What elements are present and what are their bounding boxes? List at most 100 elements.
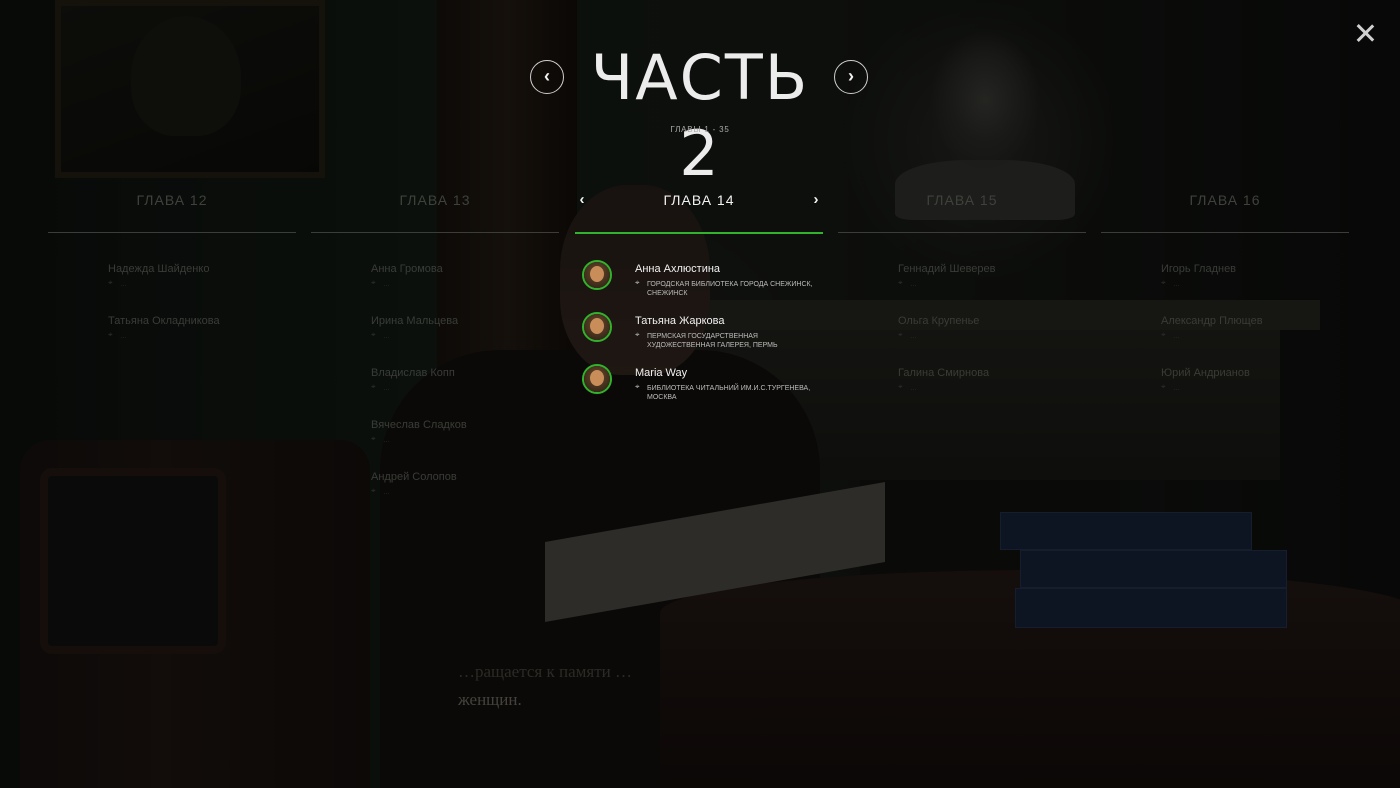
part-navigation: ‹ ЧАСТЬ 2 ›: [0, 40, 1400, 190]
avatar[interactable]: [582, 260, 612, 290]
participant-entry: Андрей Солопов ⌖…: [371, 471, 561, 497]
location-text: …: [383, 437, 390, 444]
chapter-tab[interactable]: ГЛАВА 14: [575, 188, 823, 212]
participant-location: ⌖…: [1161, 382, 1351, 393]
participant-entry[interactable]: Анна Ахлюстина ⌖ ГОРОДСКАЯ БИБЛИОТЕКА ГОРО…: [635, 263, 825, 298]
participant-entry: Ирина Мальцева ⌖…: [371, 315, 561, 341]
participant-name: Вячеслав Сладков: [371, 419, 467, 431]
location-text: …: [910, 281, 917, 288]
location-text: …: [910, 333, 917, 340]
participant-location: ⌖…: [898, 382, 1088, 393]
prev-chapter-icon[interactable]: ‹: [575, 188, 589, 212]
location-text: БИБЛИОТЕКА ЧИТАЛЬНИЙ ИМ.И.С.ТУРГЕНЕВА, М…: [647, 385, 811, 401]
location-pin-icon: ⌖: [1161, 382, 1166, 391]
location-text: …: [910, 385, 917, 392]
chapter-divider: [838, 232, 1086, 233]
chapter-divider: [1101, 232, 1349, 233]
participant-name: Геннадий Шеверев: [898, 263, 996, 275]
part-subtitle: ГЛАВЫ 1 - 35: [670, 125, 730, 134]
participant-location: ⌖…: [1161, 278, 1351, 289]
participant-name: Татьяна Окладникова: [108, 315, 220, 327]
location-text: ГОРОДСКАЯ БИБЛИОТЕКА ГОРОДА СНЕЖИНСК, СН…: [647, 281, 813, 297]
participant-entry: Татьяна Окладникова ⌖…: [108, 315, 298, 341]
participant-name: Галина Смирнова: [898, 367, 990, 379]
location-pin-icon: ⌖: [371, 486, 376, 495]
chapter-divider: [48, 232, 296, 233]
participant-location: ⌖…: [1161, 330, 1351, 341]
participant-entry: Ольга Крупенье ⌖…: [898, 315, 1088, 341]
participant-name: Анна Громова: [371, 263, 443, 275]
chapter-tab[interactable]: ГЛАВА 15: [838, 188, 1086, 212]
participant-entry: Геннадий Шеверев ⌖…: [898, 263, 1088, 289]
participant-location: ⌖…: [371, 382, 561, 393]
participant-name: Maria Way: [635, 367, 688, 379]
participant-location: ⌖…: [371, 434, 561, 445]
location-pin-icon: ⌖: [371, 434, 376, 443]
chapter-tab[interactable]: ГЛАВА 16: [1101, 188, 1349, 212]
chapter-column: ГЛАВА 13: [311, 188, 559, 233]
participant-location: ⌖ ПЕРМСКАЯ ГОСУДАРСТВЕННАЯ ХУДОЖЕСТВЕННАЯ…: [635, 330, 825, 350]
participant-name: Ирина Мальцева: [371, 315, 459, 327]
participant-name: Юрий Андрианов: [1161, 367, 1250, 379]
location-pin-icon: ⌖: [371, 382, 376, 391]
chapter-tab[interactable]: ГЛАВА 13: [311, 188, 559, 212]
participant-location: ⌖…: [898, 278, 1088, 289]
participant-name: Ольга Крупенье: [898, 315, 980, 327]
location-pin-icon: ⌖: [898, 382, 903, 391]
location-text: ПЕРМСКАЯ ГОСУДАРСТВЕННАЯ ХУДОЖЕСТВЕННАЯ …: [647, 333, 778, 349]
participant-entry: Игорь Гладнев ⌖…: [1161, 263, 1351, 289]
chapter-tab[interactable]: ГЛАВА 12: [48, 188, 296, 212]
location-pin-icon: ⌖: [635, 382, 640, 391]
location-pin-icon: ⌖: [371, 330, 376, 339]
prev-part-button[interactable]: ‹: [530, 60, 564, 94]
participant-location: ⌖…: [371, 330, 561, 341]
location-pin-icon: ⌖: [635, 330, 640, 339]
location-text: …: [383, 385, 390, 392]
participant-location: ⌖…: [371, 278, 561, 289]
participant-entry: Александр Плющев ⌖…: [1161, 315, 1351, 341]
chapter-divider: [311, 232, 559, 233]
location-pin-icon: ⌖: [898, 278, 903, 287]
participant-name: Надежда Шайденко: [108, 263, 210, 275]
location-text: …: [383, 333, 390, 340]
participant-location: ⌖ ГОРОДСКАЯ БИБЛИОТЕКА ГОРОДА СНЕЖИНСК, С…: [635, 278, 825, 298]
next-part-button[interactable]: ›: [834, 60, 868, 94]
participant-entry[interactable]: Maria Way ⌖ БИБЛИОТЕКА ЧИТАЛЬНИЙ ИМ.И.С.ТУ…: [635, 367, 825, 402]
location-text: …: [120, 333, 127, 340]
location-text: …: [1173, 281, 1180, 288]
next-chapter-icon[interactable]: ›: [809, 188, 823, 212]
participant-name: Александр Плющев: [1161, 315, 1263, 327]
location-pin-icon: ⌖: [108, 278, 113, 287]
participant-location: ⌖…: [898, 330, 1088, 341]
participant-name: Андрей Солопов: [371, 471, 457, 483]
participant-entry: Вячеслав Сладков ⌖…: [371, 419, 561, 445]
participant-name: Игорь Гладнев: [1161, 263, 1237, 275]
participant-entry[interactable]: Татьяна Жаркова ⌖ ПЕРМСКАЯ ГОСУДАРСТВЕННАЯ…: [635, 315, 825, 350]
location-text: …: [383, 281, 390, 288]
participant-location: ⌖ БИБЛИОТЕКА ЧИТАЛЬНИЙ ИМ.И.С.ТУРГЕНЕВА, …: [635, 382, 825, 402]
chapter-column: ГЛАВА 15: [838, 188, 1086, 233]
participant-location: ⌖…: [371, 486, 561, 497]
location-text: …: [1173, 385, 1180, 392]
location-pin-icon: ⌖: [371, 278, 376, 287]
participant-entry: Анна Громова ⌖…: [371, 263, 561, 289]
location-pin-icon: ⌖: [898, 330, 903, 339]
location-pin-icon: ⌖: [1161, 278, 1166, 287]
participant-location: ⌖…: [108, 330, 298, 341]
participant-entry: Надежда Шайденко ⌖ …: [108, 263, 298, 289]
chapter-column: ГЛАВА 16: [1101, 188, 1349, 233]
participant-name: Татьяна Жаркова: [635, 315, 725, 327]
location-pin-icon: ⌖: [1161, 330, 1166, 339]
participant-entry: Галина Смирнова ⌖…: [898, 367, 1088, 393]
participant-entry: Владислав Копп ⌖…: [371, 367, 561, 393]
participant-entry: Юрий Андрианов ⌖…: [1161, 367, 1351, 393]
location-text: …: [383, 489, 390, 496]
participant-name: Анна Ахлюстина: [635, 263, 721, 275]
avatar[interactable]: [582, 364, 612, 394]
active-chapter-underline: [575, 232, 823, 234]
location-text: …: [1173, 333, 1180, 340]
avatar[interactable]: [582, 312, 612, 342]
location-pin-icon: ⌖: [108, 330, 113, 339]
location-text: …: [120, 281, 127, 288]
participant-name: Владислав Копп: [371, 367, 455, 379]
